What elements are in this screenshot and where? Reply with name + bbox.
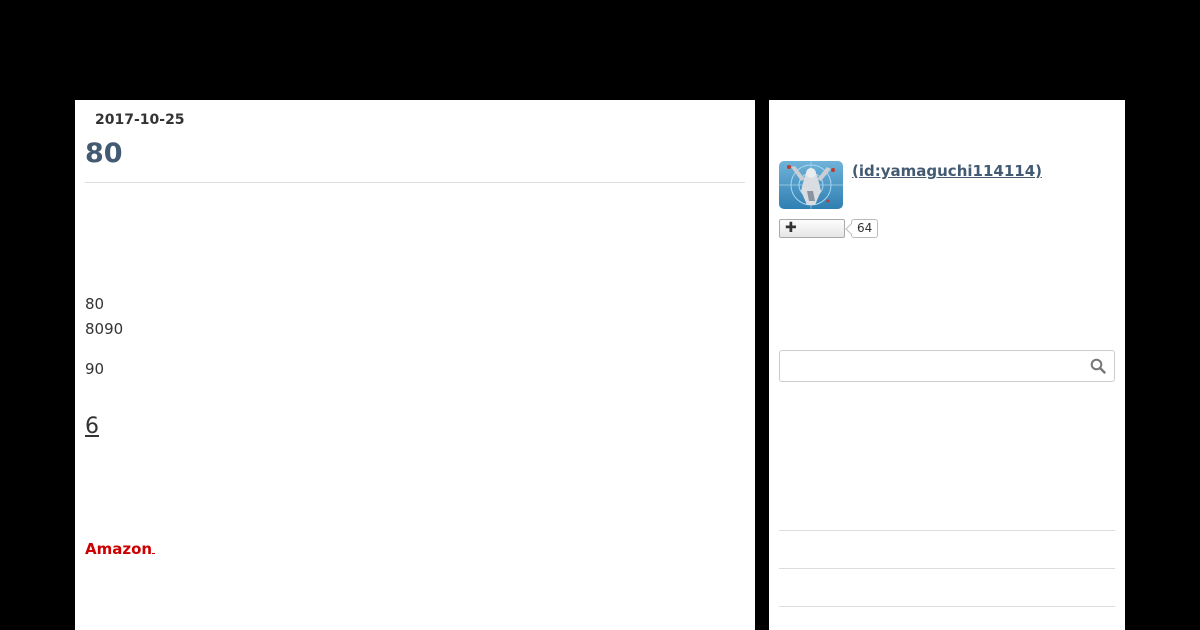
link-underline-tail (152, 541, 156, 554)
search-form (779, 350, 1115, 382)
body-paragraph: 8090 (85, 320, 124, 338)
entry-title: 80 (85, 138, 123, 169)
avatar-image (779, 161, 843, 209)
sidebar-divider (779, 530, 1115, 531)
entry-date-link[interactable]: 2017-10-25 (95, 112, 185, 128)
article-panel: 2017-10-25 80 80 8090 90 6 Amazon (75, 100, 755, 630)
body-paragraph: 80 (85, 295, 105, 313)
amazon-link-label: Amazon (85, 540, 153, 558)
plus-icon: ✚ (785, 220, 797, 236)
sidebar-divider (779, 568, 1115, 569)
sidebar-divider (779, 606, 1115, 607)
profile-name-link[interactable]: (id:yamaguchi114114) (852, 162, 1042, 180)
title-divider (85, 182, 745, 183)
search-icon[interactable] (1090, 358, 1106, 374)
subscriber-count-badge: 64 (851, 219, 879, 238)
amazon-affiliate-link[interactable]: Amazon (85, 540, 156, 558)
body-paragraph: 90 (85, 360, 105, 378)
subscribe-button[interactable]: ✚ (779, 219, 845, 238)
sidebar-panel: (id:yamaguchi114114) ✚ 64 (769, 100, 1125, 630)
section-heading-link[interactable]: 6 (85, 414, 125, 439)
search-input[interactable] (780, 351, 1080, 381)
profile-avatar[interactable] (779, 161, 843, 209)
